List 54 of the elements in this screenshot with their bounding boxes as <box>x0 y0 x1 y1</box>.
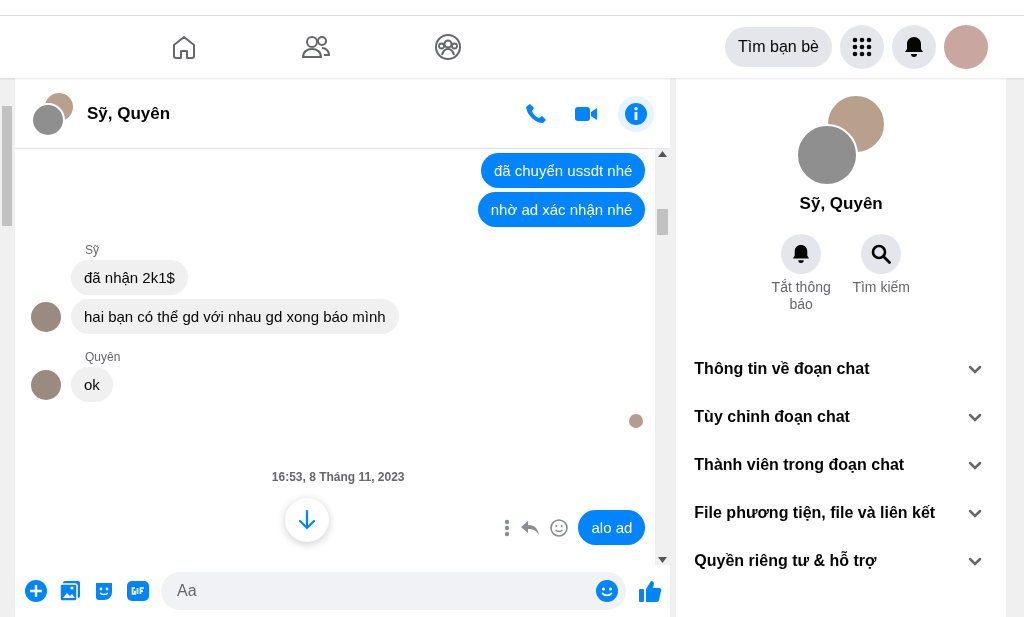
conversation-name: Sỹ, Quyên <box>799 194 883 214</box>
message-bubble: đã nhận 2k1$ <box>71 260 188 295</box>
chevron-icon <box>968 364 982 374</box>
info-icon[interactable] <box>618 96 655 132</box>
bell-icon <box>792 244 811 264</box>
reply-icon[interactable] <box>520 519 541 536</box>
avatar <box>31 302 61 332</box>
find-friends-button[interactable]: Tìm bạn bè <box>725 27 832 67</box>
emoji-icon[interactable] <box>596 580 619 602</box>
message-bubble: hai bạn có thể gd với nhau gd xong báo mình <box>71 299 399 334</box>
chevron-icon <box>968 508 982 518</box>
mute-button[interactable] <box>781 234 822 274</box>
notifications-button[interactable] <box>892 25 936 69</box>
bell-icon <box>904 36 924 58</box>
message-field[interactable]: Aa <box>161 572 627 610</box>
gif-icon[interactable] <box>127 581 149 601</box>
scrollbar-thumb[interactable] <box>657 209 669 235</box>
section-header[interactable]: Quyền riêng tư & hỗ trợ <box>694 537 982 585</box>
search-icon <box>871 244 892 264</box>
message-bubble: alo ad <box>578 510 646 545</box>
chevron-icon <box>968 412 982 422</box>
section-header[interactable]: File phương tiện, file và liên kết <box>694 489 982 537</box>
scroll-up-icon[interactable] <box>658 151 668 157</box>
message-bubble: đã chuyển ussdt nhé <box>480 153 646 188</box>
sender-name: Sỹ <box>85 243 100 257</box>
section-header[interactable]: Tùy chỉnh đoạn chat <box>694 393 982 441</box>
chat-title: Sỹ, Quyên <box>87 104 171 124</box>
chevron-icon <box>968 556 982 566</box>
message-bubble: nhờ ad xác nhận nhé <box>477 192 646 227</box>
sender-name: Quyên <box>85 350 122 364</box>
action-label: Tìm kiếm <box>852 279 910 296</box>
avatar <box>31 370 61 400</box>
sticker-icon[interactable] <box>93 580 115 602</box>
add-icon[interactable] <box>25 580 47 602</box>
smiley-icon[interactable] <box>550 518 569 537</box>
message-bubble: ok <box>71 367 113 402</box>
more-icon[interactable] <box>504 518 511 537</box>
seen-avatar <box>629 414 644 428</box>
chevron-icon <box>968 460 982 470</box>
scroll-down-button[interactable] <box>285 498 329 542</box>
group-avatar <box>31 91 75 137</box>
search-button[interactable] <box>861 234 902 274</box>
timestamp: 16:53, 8 Tháng 11, 2023 <box>271 470 405 484</box>
section-header[interactable]: Thành viên trong đoạn chat <box>694 441 982 489</box>
scrollbar-thumb[interactable] <box>2 106 12 226</box>
action-label: Tắt thông báo <box>770 279 832 313</box>
image-icon[interactable] <box>59 580 81 602</box>
profile-avatar[interactable] <box>944 25 988 69</box>
menu-button[interactable] <box>840 25 884 69</box>
down-arrow-icon <box>297 509 317 531</box>
section-header[interactable]: Thông tin về đoạn chat <box>694 345 982 393</box>
grid-icon <box>852 37 872 57</box>
scroll-down-icon[interactable] <box>658 557 668 563</box>
thumbs-up-icon[interactable] <box>638 579 663 603</box>
